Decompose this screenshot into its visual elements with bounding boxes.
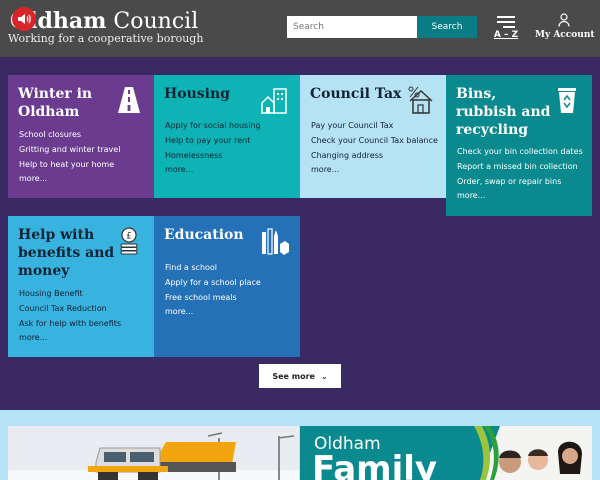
- list-item[interactable]: Pay your Council Tax: [311, 118, 438, 133]
- gritter-promo-image[interactable]: [8, 426, 299, 480]
- tile-housing: Housing Apply for social housing Help to…: [154, 75, 300, 198]
- list-item[interactable]: Help to pay your rent: [165, 133, 261, 148]
- pencils-ruler-icon: [262, 228, 289, 255]
- tile-title[interactable]: Winter in Oldham: [18, 85, 118, 121]
- tile-title[interactable]: Council Tax: [310, 85, 410, 103]
- oldham-council-logo[interactable]: Oldham Council Working for a cooperative…: [8, 6, 203, 46]
- tile-title[interactable]: Help with benefits and money: [18, 226, 118, 280]
- gritter-lorry-image: [8, 426, 299, 480]
- promo-title-line2: Family: [312, 449, 438, 480]
- user-icon: [558, 13, 570, 27]
- list-item[interactable]: Gritting and winter travel: [19, 142, 120, 157]
- house-percent-icon: [408, 86, 433, 114]
- list-item[interactable]: Report a missed bin collection: [457, 159, 583, 174]
- list-item[interactable]: Homelessness: [165, 148, 261, 163]
- list-item[interactable]: Check your Council Tax balance: [311, 133, 438, 148]
- list-item[interactable]: Free school meals: [165, 290, 261, 305]
- oldham-family-promo[interactable]: Oldham Family: [300, 426, 592, 480]
- houses-icon: [261, 88, 287, 114]
- more-link[interactable]: more...: [19, 333, 47, 342]
- tile-title[interactable]: Education: [164, 226, 264, 244]
- recycle-bin-icon: [558, 88, 576, 113]
- speaker-icon[interactable]: [12, 7, 36, 31]
- tile-bins-rubbish-recycling: Bins, rubbish and recycling Check your b…: [446, 75, 592, 216]
- list-item[interactable]: Check your bin collection dates: [457, 144, 583, 159]
- list-item[interactable]: Changing address: [311, 148, 438, 163]
- list-item[interactable]: Housing Benefit: [19, 286, 121, 301]
- tile-title[interactable]: Housing: [164, 85, 264, 103]
- list-item[interactable]: Order, swap or repair bins: [457, 174, 583, 189]
- my-account-link[interactable]: My Account: [535, 12, 595, 42]
- see-more-label: See more: [272, 371, 315, 381]
- more-link[interactable]: more...: [457, 191, 485, 200]
- list-item[interactable]: Help to heat your home: [19, 157, 120, 172]
- list-item[interactable]: Find a school: [165, 260, 261, 275]
- tile-title[interactable]: Bins, rubbish and recycling: [456, 85, 556, 139]
- tile-education: Education Find a school Apply for a scho…: [154, 216, 300, 357]
- tile-winter-in-oldham: Winter in Oldham School closures Grittin…: [8, 75, 154, 198]
- coins-icon: £: [120, 227, 138, 255]
- a-to-z-link[interactable]: A – Z: [492, 12, 520, 42]
- chevron-down-icon: ⌄: [320, 371, 328, 381]
- list-item[interactable]: Ask for help with benefits: [19, 316, 121, 331]
- see-more-button[interactable]: See more ⌄: [259, 364, 341, 388]
- search-input[interactable]: [287, 16, 417, 38]
- my-account-label: My Account: [535, 30, 595, 40]
- list-item[interactable]: Apply for social housing: [165, 118, 261, 133]
- list-item[interactable]: School closures: [19, 127, 120, 142]
- more-link[interactable]: more...: [19, 174, 47, 183]
- more-link[interactable]: more...: [165, 307, 193, 316]
- menu-lines-icon: [497, 16, 515, 28]
- svg-text:£: £: [126, 232, 132, 242]
- search-button[interactable]: Search: [417, 16, 477, 38]
- logo-title: Oldham Council: [10, 8, 199, 34]
- a-to-z-label: A – Z: [493, 30, 519, 40]
- tile-help-with-benefits: Help with benefits and money £ Housing B…: [8, 216, 154, 357]
- tile-council-tax: Council Tax Pay your Council Tax Check y…: [300, 75, 446, 198]
- more-link[interactable]: more...: [165, 165, 193, 174]
- site-header: Oldham Council Working for a cooperative…: [0, 0, 600, 57]
- logo-tagline: Working for a cooperative borough: [8, 32, 204, 45]
- list-item[interactable]: Apply for a school place: [165, 275, 261, 290]
- road-icon: [118, 87, 140, 113]
- more-link[interactable]: more...: [311, 165, 339, 174]
- list-item[interactable]: Council Tax Reduction: [19, 301, 121, 316]
